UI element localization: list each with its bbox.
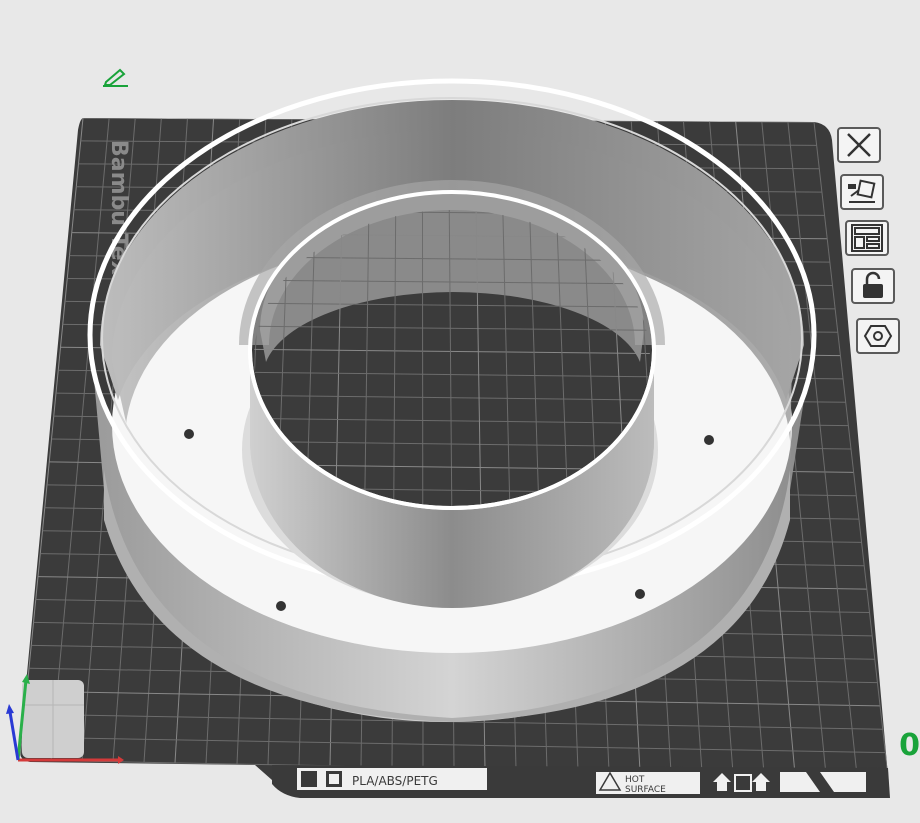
- auto-orient-icon: [845, 178, 879, 206]
- model-ring[interactable]: [87, 78, 817, 723]
- mount-hole: [184, 429, 194, 439]
- plate-index-label: 0: [899, 728, 920, 763]
- arrange-icon: [850, 223, 884, 253]
- plate-settings-button[interactable]: [856, 318, 900, 354]
- close-icon: [844, 132, 874, 158]
- build-plate-viewport[interactable]: Bambu Textu PLA/ABS/PETG HOT SURFACE: [0, 0, 920, 823]
- settings-icon: [863, 322, 893, 350]
- mount-hole: [635, 589, 645, 599]
- material-text: PLA/ABS/PETG: [352, 774, 438, 788]
- lock-icon: [858, 271, 888, 301]
- mount-hole: [276, 601, 286, 611]
- close-plate-button[interactable]: [837, 127, 881, 163]
- arrange-button[interactable]: [845, 220, 889, 256]
- auto-orient-button[interactable]: [840, 174, 884, 210]
- surface-text: SURFACE: [625, 785, 666, 795]
- mount-hole: [704, 435, 714, 445]
- edit-plate-name-icon[interactable]: [100, 66, 130, 90]
- hot-text: HOT: [625, 775, 645, 785]
- lock-button[interactable]: [851, 268, 895, 304]
